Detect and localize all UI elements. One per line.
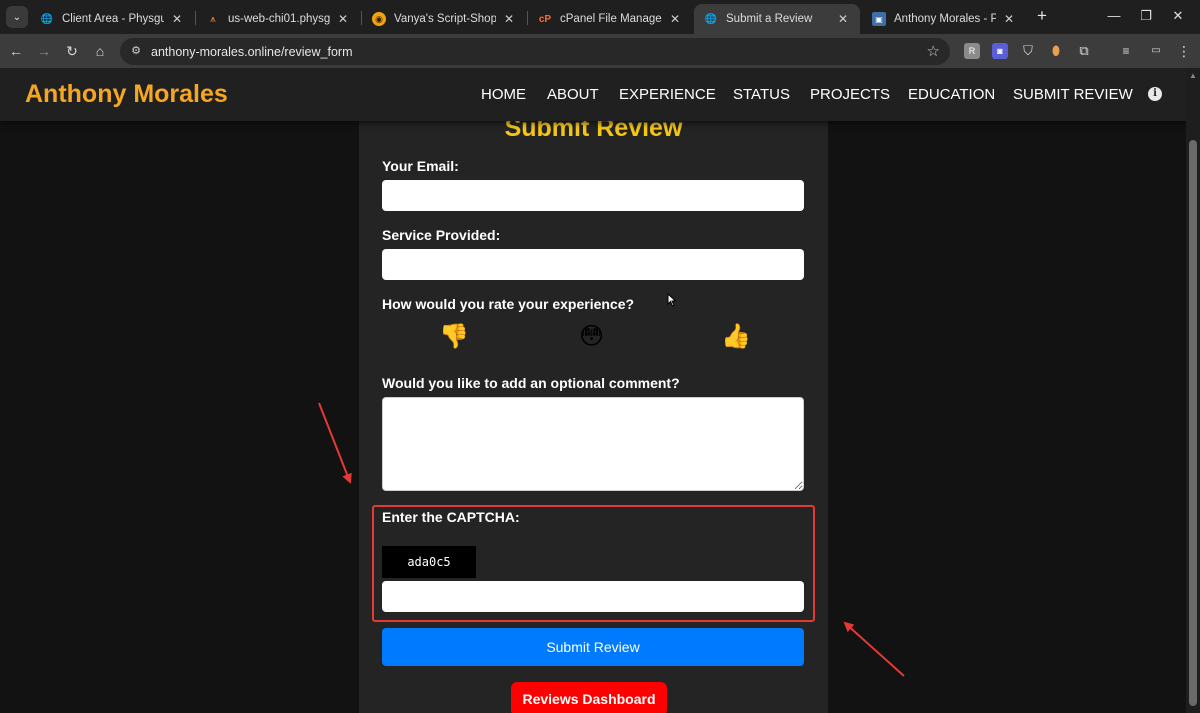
reload-icon[interactable]: ↻ (62, 41, 82, 61)
new-tab-button[interactable]: + (1032, 6, 1052, 26)
page-scrollbar[interactable]: ▲ (1186, 68, 1200, 713)
address-bar[interactable]: ⚙ anthony-morales.online/review_form ☆ (120, 38, 950, 65)
nav-education[interactable]: EDUCATION (908, 86, 995, 103)
extension-mouse-icon[interactable]: ⬮ (1048, 43, 1064, 59)
close-icon[interactable]: ✕ (170, 12, 184, 26)
profile-icon[interactable]: ▭ (1146, 43, 1166, 59)
extensions-puzzle-icon[interactable]: ⧉ (1076, 43, 1092, 59)
globe-icon: 🌐 (40, 13, 54, 25)
captcha-input[interactable] (382, 581, 804, 612)
minimize-icon[interactable]: — (1104, 6, 1124, 26)
extension-r-icon[interactable]: R (964, 43, 980, 59)
rating-label: How would you rate your experience? (382, 296, 635, 312)
restore-icon[interactable]: ❐ (1136, 6, 1156, 26)
review-form-panel: Submit Review Your Email: Service Provid… (359, 98, 828, 713)
menu-kebab-icon[interactable]: ⋮ (1176, 43, 1192, 59)
flushed-face-icon[interactable]: 😳 (579, 322, 604, 352)
cpanel-icon: cP (538, 13, 552, 25)
extension-discord-icon[interactable]: ◙ (992, 43, 1008, 59)
script-shop-icon: ◉ (372, 12, 386, 26)
tab-submit-review[interactable]: 🌐 Submit a Review ✕ (694, 4, 860, 34)
thumbs-down-icon[interactable]: 👎 (439, 322, 469, 352)
tab-title: cPanel File Manager v3 (560, 13, 662, 25)
thumbs-up-icon[interactable]: 👍 (721, 322, 751, 352)
url-text[interactable]: anthony-morales.online/review_form (151, 45, 352, 59)
page-viewport: Submit Review Your Email: Service Provid… (0, 68, 1186, 713)
tab-title: Anthony Morales - Portfolio (894, 13, 996, 25)
bookmark-star-icon[interactable]: ☆ (927, 42, 940, 60)
forward-arrow-icon[interactable]: → (34, 41, 54, 61)
scrollbar-thumb[interactable] (1189, 140, 1197, 706)
nav-home[interactable]: HOME (481, 86, 526, 103)
nav-status[interactable]: STATUS (733, 86, 790, 103)
browser-tab-strip: ⌄ 🌐 Client Area - Physgun ✕ ⩚ us-web-chi… (0, 0, 1200, 34)
tab-title: Submit a Review (726, 13, 813, 25)
window-close-icon[interactable]: ✕ (1168, 6, 1188, 26)
cpanel-bars-icon: ⩚ (210, 13, 216, 25)
tab-script-shop[interactable]: ◉ Vanya's Script-Shop ✕ (362, 4, 526, 34)
comment-label: Would you like to add an optional commen… (382, 375, 680, 391)
globe-icon: 🌐 (704, 13, 718, 25)
comment-textarea[interactable] (382, 397, 804, 491)
scroll-up-icon[interactable]: ▲ (1189, 71, 1197, 80)
browser-toolbar: ← → ↻ ⌂ ⚙ anthony-morales.online/review_… (0, 34, 1200, 68)
tab-search-button[interactable]: ⌄ (6, 6, 28, 28)
nav-projects[interactable]: PROJECTS (810, 86, 890, 103)
extension-shield-icon[interactable]: ⛉ (1020, 43, 1036, 59)
home-icon[interactable]: ⌂ (90, 41, 110, 61)
rating-options: 👎 😳 👍 (359, 322, 828, 354)
tab-title: Client Area - Physgun (62, 13, 164, 25)
tab-us-web-chi01[interactable]: ⩚ us-web-chi01.physgun.com ✕ (196, 4, 360, 34)
close-icon[interactable]: ✕ (668, 12, 682, 26)
reviews-dashboard-button[interactable]: Reviews Dashboard (511, 682, 667, 713)
media-queue-icon[interactable]: ≡ (1118, 43, 1134, 59)
service-label: Service Provided: (382, 227, 501, 243)
close-icon[interactable]: ✕ (836, 12, 850, 26)
annotation-arrow-right (843, 621, 905, 677)
info-icon[interactable]: i (1148, 87, 1162, 101)
tab-title: Vanya's Script-Shop (394, 13, 496, 25)
back-arrow-icon[interactable]: ← (6, 41, 26, 61)
close-icon[interactable]: ✕ (502, 12, 516, 26)
portfolio-icon: ▣ (872, 12, 886, 26)
site-navbar: Anthony Morales HOME ABOUT EXPERIENCE ST… (0, 68, 1186, 121)
tab-title: us-web-chi01.physgun.com (228, 13, 330, 25)
nav-experience[interactable]: EXPERIENCE (619, 86, 716, 103)
captcha-label: Enter the CAPTCHA: (382, 509, 520, 525)
email-label: Your Email: (382, 158, 459, 174)
service-field[interactable] (382, 249, 804, 280)
close-icon[interactable]: ✕ (1002, 12, 1016, 26)
nav-submit-review[interactable]: SUBMIT REVIEW (1013, 86, 1133, 103)
email-field[interactable] (382, 180, 804, 211)
nav-about[interactable]: ABOUT (547, 86, 599, 103)
captcha-image: ada0c5 (382, 546, 476, 578)
close-icon[interactable]: ✕ (336, 12, 350, 26)
site-info-icon[interactable]: ⚙ (128, 43, 144, 59)
submit-review-button[interactable]: Submit Review (382, 628, 804, 666)
tab-cpanel-file-manager[interactable]: cP cPanel File Manager v3 ✕ (528, 4, 692, 34)
brand-logo[interactable]: Anthony Morales (25, 80, 228, 109)
annotation-arrow-left (318, 402, 352, 484)
tab-client-area[interactable]: 🌐 Client Area - Physgun ✕ (30, 4, 194, 34)
tab-portfolio[interactable]: ▣ Anthony Morales - Portfolio ✕ (862, 4, 1026, 34)
